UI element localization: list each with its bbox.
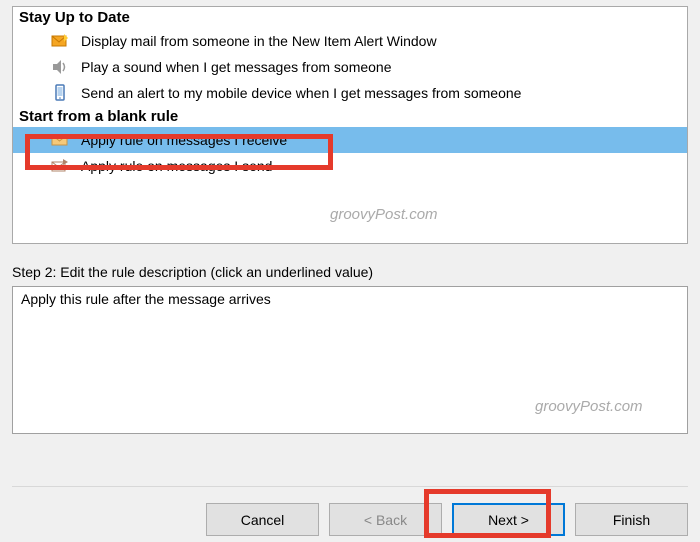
- back-button: < Back: [329, 503, 442, 536]
- outbox-envelope-icon: [51, 157, 69, 175]
- section-header-blank-rule: Start from a blank rule: [13, 106, 687, 127]
- rule-item-label: Play a sound when I get messages from so…: [51, 59, 392, 75]
- rule-item-messages-receive[interactable]: Apply rule on messages I receive: [13, 127, 687, 153]
- next-button[interactable]: Next >: [452, 503, 565, 536]
- step2-label: Step 2: Edit the rule description (click…: [12, 264, 688, 280]
- speaker-icon: [51, 58, 69, 76]
- wizard-button-bar: Cancel < Back Next > Finish: [12, 486, 688, 536]
- rule-item-mobile-alert[interactable]: Send an alert to my mobile device when I…: [13, 80, 687, 106]
- finish-button[interactable]: Finish: [575, 503, 688, 536]
- rule-description-text: Apply this rule after the message arrive…: [21, 291, 271, 307]
- rule-item-new-item-alert[interactable]: Display mail from someone in the New Ite…: [13, 28, 687, 54]
- rule-item-label: Display mail from someone in the New Ite…: [51, 33, 437, 49]
- inbox-envelope-icon: [51, 131, 69, 149]
- rule-item-label: Apply rule on messages I receive: [51, 132, 287, 148]
- envelope-alert-icon: [51, 32, 69, 50]
- rule-item-play-sound[interactable]: Play a sound when I get messages from so…: [13, 54, 687, 80]
- rule-item-messages-send[interactable]: Apply rule on messages I send: [13, 153, 687, 179]
- rule-item-label: Apply rule on messages I send: [51, 158, 272, 174]
- rule-description-box[interactable]: Apply this rule after the message arrive…: [12, 286, 688, 434]
- rule-template-listbox[interactable]: Stay Up to Date Display mail from someon…: [12, 6, 688, 244]
- rule-item-label: Send an alert to my mobile device when I…: [51, 85, 521, 101]
- section-header-stay-up: Stay Up to Date: [13, 7, 687, 28]
- cancel-button[interactable]: Cancel: [206, 503, 319, 536]
- mobile-icon: [51, 84, 69, 102]
